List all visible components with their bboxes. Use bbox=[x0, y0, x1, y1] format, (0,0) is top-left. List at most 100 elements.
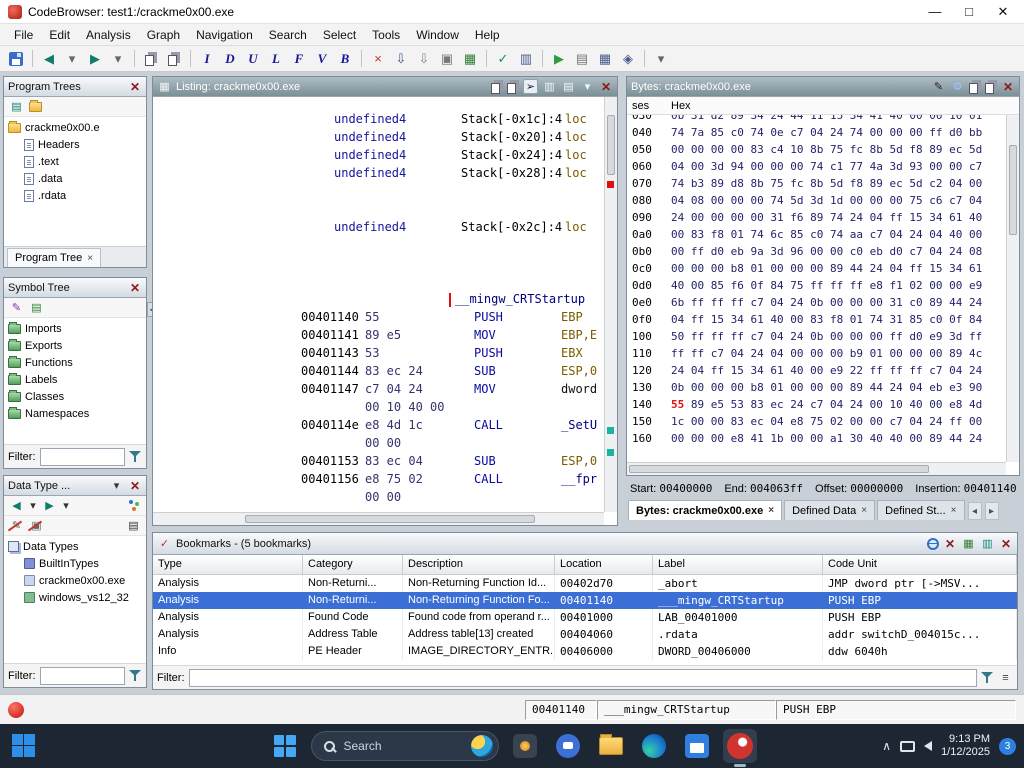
taskbar-app-ghidra[interactable] bbox=[723, 729, 757, 763]
label-l-button[interactable]: L bbox=[265, 48, 287, 69]
analysis-indicator-icon[interactable] bbox=[8, 702, 24, 718]
listing-line[interactable]: undefined4Stack[-0x2c]:4loc bbox=[153, 219, 604, 237]
filter-icon[interactable] bbox=[981, 671, 994, 684]
close-icon[interactable]: × bbox=[87, 253, 93, 264]
data-type-header[interactable]: Data Type ... ▾ ✕ bbox=[4, 476, 146, 496]
tree-item-rdata[interactable]: .rdata bbox=[4, 187, 146, 204]
listing-line[interactable]: __mingw_CRTStartup bbox=[153, 291, 604, 309]
hex-row[interactable]: 12024 04 ff 15 34 61 40 00 e9 22 ff ff f… bbox=[627, 362, 1006, 379]
hex-row[interactable]: 04074 7a 85 c0 74 0e c7 04 24 74 00 00 0… bbox=[627, 124, 1006, 141]
menu-edit[interactable]: Edit bbox=[41, 25, 78, 45]
search-highlights-icon[interactable] bbox=[471, 735, 493, 757]
hex-row[interactable]: 09024 00 00 00 00 31 f6 89 74 24 04 ff 1… bbox=[627, 209, 1006, 226]
symtree-item-imports[interactable]: Imports bbox=[4, 320, 146, 337]
dt-item-crackme0x00.exe[interactable]: crackme0x00.exe bbox=[4, 572, 146, 589]
pull-down-alt-button[interactable]: ⇩ bbox=[413, 48, 435, 69]
menu-navigation[interactable]: Navigation bbox=[188, 25, 261, 45]
listing-line[interactable]: 0040114ee8 4d 1cCALL_SetU bbox=[153, 417, 604, 435]
listing-line[interactable] bbox=[153, 201, 604, 219]
tab-scroll-left-icon[interactable]: ◂ bbox=[968, 502, 982, 520]
bytes-tab[interactable]: Bytes: crackme0x00.exe× bbox=[628, 500, 782, 520]
tree-item-root[interactable]: crackme0x00.e bbox=[4, 119, 146, 136]
listing-horizontal-scrollbar[interactable] bbox=[153, 512, 604, 525]
menu-help[interactable]: Help bbox=[467, 25, 508, 45]
scrollbar-thumb[interactable] bbox=[1009, 145, 1017, 235]
notification-badge[interactable]: 3 bbox=[999, 738, 1016, 755]
undefine-u-button[interactable]: U bbox=[242, 48, 264, 69]
menu-tools[interactable]: Tools bbox=[364, 25, 408, 45]
taskbar-app-teams[interactable] bbox=[551, 729, 585, 763]
listing-line[interactable]: 0040114353PUSHEBX bbox=[153, 345, 604, 363]
memory-map-button[interactable]: ▦ bbox=[459, 48, 481, 69]
paste-button[interactable] bbox=[163, 48, 185, 69]
listing-line[interactable] bbox=[153, 183, 604, 201]
listing-view[interactable]: undefined4Stack[-0x1c]:4loc undefined4Sta… bbox=[153, 97, 617, 525]
listing-line[interactable]: undefined4Stack[-0x24]:4loc bbox=[153, 147, 604, 165]
start-button[interactable] bbox=[268, 729, 302, 763]
hex-row[interactable]: 0a000 83 f8 01 74 6c 85 c0 74 aa c7 04 2… bbox=[627, 226, 1006, 243]
listing-line[interactable]: 0040114189 e5MOVEBP,E bbox=[153, 327, 604, 345]
hex-row[interactable]: 0e06b ff ff ff c7 04 24 0b 00 00 00 31 c… bbox=[627, 294, 1006, 311]
hex-row[interactable]: 1300b 00 00 00 b8 01 00 00 00 89 44 24 0… bbox=[627, 379, 1006, 396]
volume-icon[interactable] bbox=[924, 741, 932, 751]
symtree-item-classes[interactable]: Classes bbox=[4, 388, 146, 405]
script-manager-button[interactable]: ▤ bbox=[571, 48, 593, 69]
listing-line[interactable]: undefined4Stack[-0x1c]:4loc bbox=[153, 111, 604, 129]
run-script-button[interactable]: ▶ bbox=[548, 48, 570, 69]
hex-row[interactable]: 14055 89 e5 53 83 ec 24 c7 04 24 00 10 4… bbox=[627, 396, 1006, 413]
listing-line[interactable]: 0040114483 ec 24SUBESP,0 bbox=[153, 363, 604, 381]
bookmark-row[interactable]: InfoPE HeaderIMAGE_DIRECTORY_ENTR...0040… bbox=[153, 643, 1017, 660]
bytes-header[interactable]: Bytes: crackme0x00.exe ✎ ⚙ ✕ bbox=[627, 77, 1019, 97]
chevron-down-icon[interactable]: ▾ bbox=[109, 479, 124, 492]
menu-file[interactable]: File bbox=[6, 25, 41, 45]
clear-button[interactable]: × bbox=[367, 48, 389, 69]
bookmarks-header[interactable]: ✓ Bookmarks - (5 bookmarks) ✕ ▦ ▥ ✕ bbox=[153, 533, 1017, 555]
hex-row[interactable]: 10050 ff ff ff c7 04 24 0b 00 00 00 ff d… bbox=[627, 328, 1006, 345]
hex-row[interactable]: 0c000 00 00 b8 01 00 00 00 89 44 24 04 f… bbox=[627, 260, 1006, 277]
function-graph-button[interactable]: ◈ bbox=[617, 48, 639, 69]
filter-icon[interactable] bbox=[129, 450, 142, 463]
bookmarks-filter-input[interactable] bbox=[189, 669, 978, 687]
hex-row[interactable]: 16000 00 00 e8 41 1b 00 00 a1 30 40 40 0… bbox=[627, 430, 1006, 447]
forward-icon[interactable]: ▶ bbox=[42, 499, 57, 512]
diff-view-icon[interactable]: ▤ bbox=[561, 80, 576, 93]
close-icon[interactable]: ✕ bbox=[128, 80, 142, 94]
symtree-item-labels[interactable]: Labels bbox=[4, 371, 146, 388]
listing-line[interactable] bbox=[153, 237, 604, 255]
close-icon[interactable]: × bbox=[768, 505, 774, 516]
hex-row[interactable]: 08004 08 00 00 00 74 5d 3d 1d 00 00 00 7… bbox=[627, 192, 1006, 209]
pull-down-button[interactable]: ⇩ bbox=[390, 48, 412, 69]
close-icon[interactable]: ✕ bbox=[128, 479, 142, 493]
hex-row[interactable]: 1501c 00 00 83 ec 04 e8 75 02 00 00 c7 0… bbox=[627, 413, 1006, 430]
symbol-tree-filter-input[interactable] bbox=[40, 448, 126, 466]
menu-graph[interactable]: Graph bbox=[139, 25, 188, 45]
bookmark-b-button[interactable]: B bbox=[334, 48, 356, 69]
listing-line[interactable]: 0040115383 ec 04SUBESP,0 bbox=[153, 453, 604, 471]
symtree-item-exports[interactable]: Exports bbox=[4, 337, 146, 354]
close-icon[interactable]: ✕ bbox=[599, 80, 613, 94]
function-f-button[interactable]: F bbox=[288, 48, 310, 69]
tray-chevron-icon[interactable]: ∧ bbox=[882, 739, 891, 753]
scrollbar-thumb[interactable] bbox=[629, 465, 929, 473]
program-trees-header[interactable]: Program Trees ✕ bbox=[4, 77, 146, 97]
associations-icon[interactable] bbox=[128, 499, 141, 512]
data-type-filter-input[interactable] bbox=[40, 667, 126, 685]
tree-item-text[interactable]: .text bbox=[4, 153, 146, 170]
no-assign-icon[interactable]: ▣ bbox=[29, 519, 44, 532]
column-header-description[interactable]: Description bbox=[403, 555, 555, 575]
edit-mode-icon[interactable]: ✎ bbox=[931, 80, 946, 93]
data-organizer-button[interactable]: ▥ bbox=[515, 48, 537, 69]
byte-viewer-button[interactable]: ▦ bbox=[594, 48, 616, 69]
listing-line[interactable]: undefined4Stack[-0x28]:4loc bbox=[153, 165, 604, 183]
minimize-button[interactable]: — bbox=[918, 1, 952, 23]
menu-search[interactable]: Search bbox=[261, 25, 315, 45]
cursor-location-icon[interactable]: ➢ bbox=[523, 79, 538, 94]
symbol-tree-refresh-icon[interactable]: ▤ bbox=[29, 301, 44, 314]
delete-bookmark-icon[interactable]: ✕ bbox=[943, 537, 957, 551]
forward-button[interactable]: ▶ bbox=[84, 48, 106, 69]
hex-row[interactable]: 110ff ff c7 04 24 04 00 00 00 b9 01 00 0… bbox=[627, 345, 1006, 362]
symbol-tree-config-icon[interactable]: ✎ bbox=[9, 301, 24, 314]
bytes-tab[interactable]: Defined St...× bbox=[877, 500, 964, 520]
maximize-button[interactable]: □ bbox=[952, 1, 986, 23]
scrollbar-thumb[interactable] bbox=[245, 515, 535, 523]
